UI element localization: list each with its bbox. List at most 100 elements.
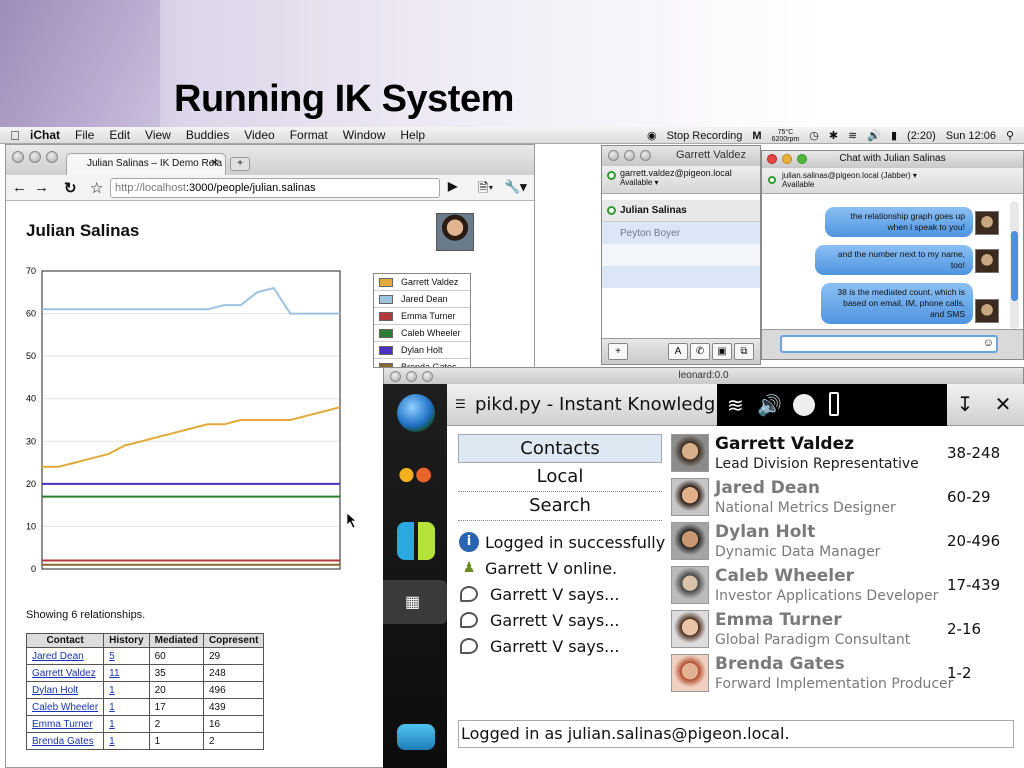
- minimize-window-button[interactable]: [29, 151, 41, 163]
- gmail-icon[interactable]: M: [752, 130, 761, 142]
- history-link[interactable]: 1: [109, 702, 115, 713]
- app-menu-icon[interactable]: ☰: [455, 397, 469, 411]
- time-machine-icon[interactable]: ◷: [809, 129, 819, 142]
- stop-recording-label[interactable]: Stop Recording: [667, 130, 743, 142]
- clock[interactable]: Sun 12:06: [946, 130, 996, 142]
- menu-view[interactable]: View: [145, 128, 171, 142]
- contact-row[interactable]: Emma Turner Global Paradigm Consultant 2-1…: [667, 608, 1022, 652]
- history-link[interactable]: 11: [109, 668, 119, 679]
- cell-history: 5: [103, 647, 150, 665]
- close-tab-icon[interactable]: ✕: [211, 158, 219, 169]
- tab-local[interactable]: Local: [458, 463, 662, 492]
- contact-row[interactable]: Garrett Valdez Lead Division Representati…: [667, 432, 1022, 476]
- spotlight-icon[interactable]: ⚲: [1006, 129, 1014, 142]
- menu-file[interactable]: File: [75, 128, 94, 142]
- y-tick-label: 20: [26, 479, 36, 489]
- app-title[interactable]: pikd.py - Instant Knowledg...: [475, 394, 732, 415]
- bluetooth-icon[interactable]: ✱: [829, 129, 838, 142]
- audio-chat-icon[interactable]: ✆: [690, 343, 710, 360]
- scrollbar-thumb[interactable]: [1011, 231, 1018, 301]
- address-bar[interactable]: http://localhost:3000/people/julian.sali…: [110, 178, 440, 198]
- cell-mediated: 2: [148, 715, 204, 733]
- buddy-zoom-button[interactable]: [640, 150, 651, 161]
- online-status-icon: [607, 206, 616, 215]
- menu-window[interactable]: Window: [343, 128, 386, 142]
- task-switcher-icon[interactable]: [397, 724, 435, 750]
- contact-row[interactable]: Caleb Wheeler Investor Applications Devel…: [667, 564, 1022, 608]
- my-account[interactable]: garrett.valdez@pigeon.local Available ▾: [602, 166, 760, 194]
- minimize-icon[interactable]: ↧: [947, 384, 983, 426]
- contact-name: Caleb Wheeler: [715, 566, 855, 586]
- apple-menu-icon[interactable]: : [0, 128, 30, 143]
- contact-link[interactable]: Emma Turner: [32, 719, 93, 730]
- history-link[interactable]: 1: [109, 685, 115, 696]
- menu-video[interactable]: Video: [244, 128, 274, 142]
- contact-link[interactable]: Brenda Gates: [32, 736, 94, 747]
- col-contact: Contact: [25, 633, 105, 648]
- status-area[interactable]: ≋ 🔊: [717, 384, 947, 426]
- close-icon[interactable]: ✕: [985, 384, 1021, 426]
- leonard-minimize-button[interactable]: [406, 371, 417, 382]
- leonard-zoom-button[interactable]: [422, 371, 433, 382]
- contact-link[interactable]: Caleb Wheeler: [32, 702, 98, 713]
- history-link[interactable]: 1: [109, 736, 115, 747]
- leonard-close-button[interactable]: [390, 371, 401, 382]
- history-link[interactable]: 1: [109, 719, 115, 730]
- chat-close-button[interactable]: [767, 154, 777, 164]
- volume-icon[interactable]: 🔊: [867, 129, 881, 142]
- chat-zoom-button[interactable]: [797, 154, 807, 164]
- menu-squares-icon[interactable]: ▦: [405, 592, 420, 612]
- contact-row[interactable]: Dylan Holt Dynamic Data Manager 20-496: [667, 520, 1022, 564]
- buddy-minimize-button[interactable]: [624, 150, 635, 161]
- buddy-online[interactable]: Julian Salinas: [602, 200, 760, 222]
- browser-globe-icon[interactable]: [397, 394, 435, 432]
- zoom-window-button[interactable]: [46, 151, 58, 163]
- volume-status-icon: 🔊: [757, 395, 782, 417]
- contact-link[interactable]: Jared Dean: [32, 651, 84, 662]
- tab-search[interactable]: Search: [458, 492, 662, 521]
- close-window-button[interactable]: [12, 151, 24, 163]
- go-icon[interactable]: ▶: [448, 179, 457, 193]
- chat-account[interactable]: julian.salinas@pigeon.local (Jabber) ▾ A…: [762, 168, 1023, 194]
- wifi-icon[interactable]: ≋: [848, 129, 857, 142]
- contact-link[interactable]: Garrett Valdez: [32, 668, 96, 679]
- menu-app-name[interactable]: iChat: [30, 128, 60, 142]
- chat-message-input[interactable]: ☺: [780, 335, 998, 353]
- page-menu-icon[interactable]: 🗎▾: [478, 179, 493, 201]
- buddy-close-button[interactable]: [608, 150, 619, 161]
- contact-link[interactable]: Dylan Holt: [32, 685, 78, 696]
- bookmark-star-icon[interactable]: ☆: [90, 179, 103, 197]
- wrench-menu-icon[interactable]: 🔧▾: [504, 179, 527, 195]
- reload-icon[interactable]: ↻: [64, 179, 77, 197]
- legend-swatch: [379, 311, 393, 321]
- battery-icon[interactable]: ▮: [891, 129, 897, 142]
- text-chat-button[interactable]: A: [668, 343, 688, 360]
- menu-edit[interactable]: Edit: [109, 128, 130, 142]
- smiley-icon[interactable]: ☺: [983, 337, 994, 349]
- stop-recording-icon[interactable]: ◉: [647, 129, 657, 142]
- chat-minimize-button[interactable]: [782, 154, 792, 164]
- menu-buddies[interactable]: Buddies: [186, 128, 229, 142]
- contact-row[interactable]: Brenda Gates Forward Implementation Produ…: [667, 652, 1022, 696]
- menu-help[interactable]: Help: [400, 128, 425, 142]
- history-link[interactable]: 5: [109, 651, 115, 662]
- contact-row[interactable]: Jared Dean National Metrics Designer 60-29: [667, 476, 1022, 520]
- menu-format[interactable]: Format: [290, 128, 328, 142]
- chat-status-icon: [768, 176, 776, 184]
- forward-icon[interactable]: →: [34, 179, 49, 196]
- add-buddy-button[interactable]: +: [608, 343, 628, 360]
- video-chat-icon[interactable]: ▣: [712, 343, 732, 360]
- new-tab-button[interactable]: +: [230, 157, 250, 171]
- browser-tab[interactable]: Julian Salinas – IK Demo Rela ✕: [66, 153, 226, 175]
- speech-bubble-icon: [460, 586, 478, 602]
- back-icon[interactable]: ←: [12, 179, 27, 196]
- screen-share-icon[interactable]: ⧉: [734, 343, 754, 360]
- my-status[interactable]: Available ▾: [620, 178, 760, 187]
- temperature-readout[interactable]: 75°C 6200rpm: [772, 129, 800, 143]
- buddy-offline[interactable]: Peyton Boyer: [602, 222, 760, 244]
- tab-contacts[interactable]: Contacts: [458, 434, 662, 463]
- chat-scrollbar[interactable]: [1010, 201, 1019, 329]
- apps-grid-icon[interactable]: [397, 522, 435, 560]
- contacts-people-icon[interactable]: [397, 456, 435, 494]
- battery-time[interactable]: (2:20): [907, 130, 936, 142]
